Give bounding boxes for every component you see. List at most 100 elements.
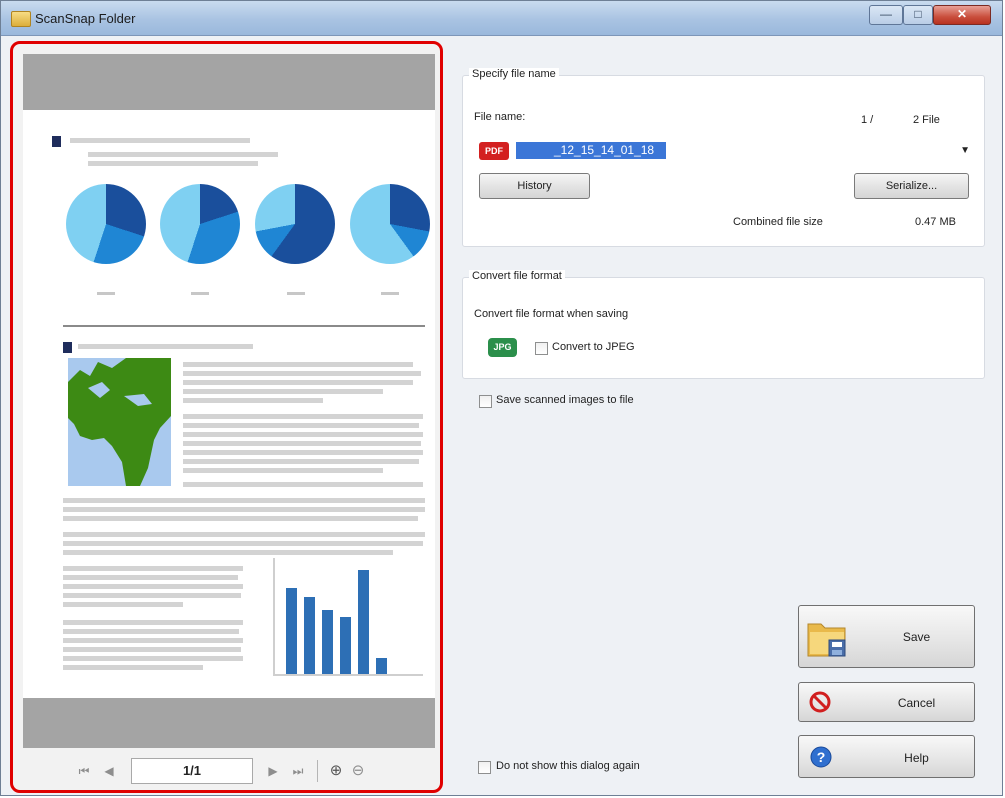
pie-chart	[255, 184, 335, 264]
text-line	[63, 516, 418, 521]
text-line	[63, 620, 243, 625]
close-button[interactable]: ✕	[933, 5, 991, 25]
chart-bar	[322, 610, 333, 674]
text-line	[63, 656, 243, 661]
chart-bar	[304, 597, 315, 674]
cancel-icon	[809, 691, 831, 713]
last-page-icon[interactable]: ⏭	[289, 764, 307, 778]
title-bar[interactable]: ScanSnap Folder — □ ✕	[1, 1, 1002, 36]
combined-size-label: Combined file size	[733, 216, 823, 228]
text-line	[70, 138, 250, 143]
preview-top-margin	[23, 54, 435, 110]
do-not-show-label[interactable]: Do not show this dialog again	[496, 760, 640, 772]
text-line	[63, 507, 425, 512]
text-line	[183, 450, 423, 455]
text-line	[183, 459, 419, 464]
pdf-icon: PDF	[479, 142, 509, 160]
preview-navigation: ⏮ ◀ 1/1 ▶ ⏭ ⊕ ⊖	[13, 748, 440, 790]
jpg-icon: JPG	[488, 338, 517, 357]
text-line	[63, 566, 243, 571]
text-line	[183, 414, 423, 419]
text-line	[183, 371, 421, 376]
text-line	[78, 344, 253, 349]
pie-chart	[350, 184, 430, 264]
map-image	[68, 358, 171, 486]
preview-panel: ⏮ ◀ 1/1 ▶ ⏭ ⊕ ⊖	[10, 41, 443, 793]
convert-instruction: Convert file format when saving	[474, 308, 629, 320]
text-line	[63, 575, 238, 580]
toolbar-separator	[317, 760, 318, 782]
text-line	[63, 550, 393, 555]
serialize-button[interactable]: Serialize...	[854, 173, 969, 199]
text-line	[63, 629, 239, 634]
text-line	[183, 423, 419, 428]
do-not-show-checkbox[interactable]	[478, 761, 491, 774]
pie-chart	[66, 184, 146, 264]
chart-bar	[286, 588, 297, 674]
pie-label	[381, 292, 399, 295]
text-line	[63, 647, 241, 652]
window-title: ScanSnap Folder	[35, 11, 136, 26]
pie-label	[191, 292, 209, 295]
save-folder-icon	[807, 623, 846, 657]
page-number-field[interactable]: 1/1	[131, 758, 253, 784]
text-line	[63, 498, 425, 503]
text-line	[63, 532, 425, 537]
text-line	[88, 152, 278, 157]
group-legend: Convert file format	[469, 270, 565, 282]
section-marker	[63, 342, 72, 353]
text-line	[183, 398, 323, 403]
chart-axis	[273, 674, 423, 676]
chart-bar	[340, 617, 351, 674]
cancel-label: Cancel	[897, 696, 936, 710]
pie-chart	[160, 184, 240, 264]
preview-bottom-margin	[23, 698, 435, 748]
save-label: Save	[902, 630, 931, 644]
help-label: Help	[904, 751, 929, 765]
text-line	[63, 541, 423, 546]
document-preview	[23, 110, 435, 698]
convert-to-jpeg-checkbox[interactable]	[535, 342, 548, 355]
file-name-label: File name:	[474, 111, 526, 123]
convert-format-group: Convert file format	[462, 270, 985, 379]
text-line	[88, 161, 258, 166]
combined-size-value: 0.47 MB	[915, 216, 956, 228]
convert-to-jpeg-label[interactable]: Convert to JPEG	[552, 341, 635, 353]
text-line	[63, 584, 243, 589]
file-name-input[interactable]: _12_15_14_01_18	[516, 142, 666, 159]
text-line	[63, 665, 203, 670]
file-name-combobox[interactable]: PDF _12_15_14_01_18 ▼	[474, 139, 974, 163]
zoom-out-icon[interactable]: ⊖	[349, 763, 367, 778]
text-line	[63, 638, 243, 643]
text-line	[183, 432, 423, 437]
scansnap-folder-window: ScanSnap Folder — □ ✕ ⏮ ◀ 1/1 ▶ ⏭ ⊕ ⊖ Sp…	[0, 0, 1003, 796]
save-images-checkbox[interactable]	[479, 395, 492, 408]
pie-label	[287, 292, 305, 295]
text-line	[183, 380, 413, 385]
chart-bar	[358, 570, 369, 674]
zoom-in-icon[interactable]: ⊕	[327, 763, 345, 778]
previous-page-icon[interactable]: ◀	[101, 764, 117, 778]
chart-bar	[376, 658, 387, 674]
text-line	[183, 389, 383, 394]
minimize-button[interactable]: —	[869, 5, 903, 25]
first-page-icon[interactable]: ⏮	[76, 764, 92, 778]
group-legend: Specify file name	[469, 68, 559, 80]
history-button[interactable]: History	[479, 173, 590, 199]
file-total: 2 File	[913, 114, 940, 126]
text-line	[183, 441, 421, 446]
file-index: 1 /	[861, 114, 874, 126]
section-marker	[52, 136, 61, 147]
save-images-label[interactable]: Save scanned images to file	[496, 394, 634, 406]
chevron-down-icon[interactable]: ▼	[960, 145, 970, 156]
maximize-button[interactable]: □	[903, 5, 933, 25]
cancel-button[interactable]: Cancel	[798, 682, 975, 722]
save-button[interactable]: Save	[798, 605, 975, 668]
help-button[interactable]: ? Help	[798, 735, 975, 778]
next-page-icon[interactable]: ▶	[265, 764, 281, 778]
help-icon: ?	[810, 746, 832, 768]
divider	[63, 325, 425, 327]
chart-axis	[273, 558, 275, 675]
text-line	[63, 593, 241, 598]
text-line	[183, 482, 423, 487]
